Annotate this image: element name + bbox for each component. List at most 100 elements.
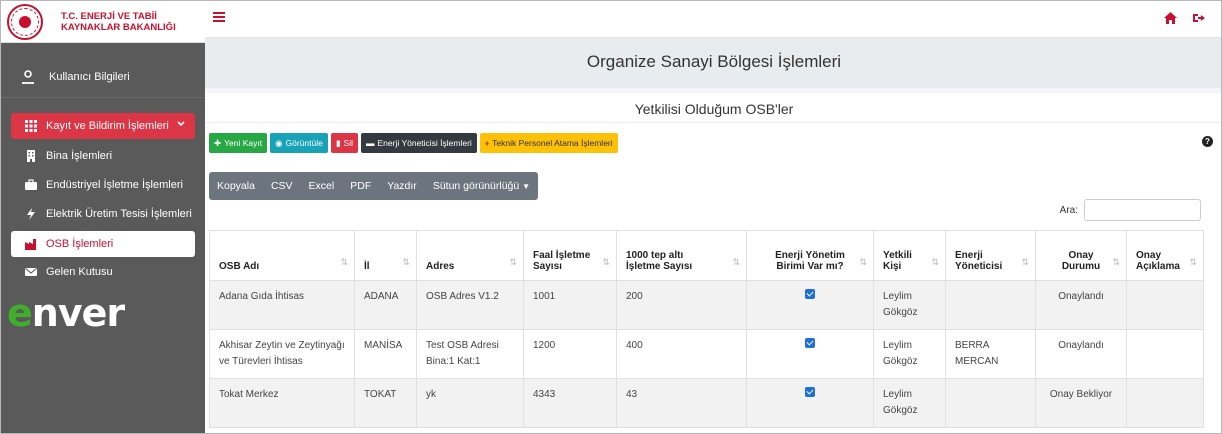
eye-icon: ◉ [275,137,283,148]
col-header-osb-adi[interactable]: OSB Adı ⇅ [209,230,355,281]
sidebar-item-elektrik[interactable]: Elektrik Üretim Tesisi İşlemleri [1,201,205,227]
csv-button[interactable]: CSV [263,180,301,192]
sidebar-item-label: Kayıt ve Bildirim İşlemleri [46,120,169,132]
col-header-faal[interactable]: Faal İşletme Sayısı ⇅ [523,230,617,281]
cell-osb-adi: Akhisar Zeytin ve Zeytinyağı ve Türevler… [209,329,355,379]
search-label: Ara: [1059,204,1078,216]
energy-manager-label: Enerji Yöneticisi İşlemleri [377,138,472,148]
column-visibility-button[interactable]: Sütun görünürlüğü ▼ [425,180,538,192]
home-icon[interactable] [1164,12,1177,24]
sidebar-item-label: Bina İşlemleri [46,150,113,162]
checkbox-checked-icon [805,338,815,348]
sidebar-item-bina[interactable]: Bina İşlemleri [1,143,205,169]
checkbox-checked-icon [805,387,815,397]
cell-onay: Onay Bekliyor [1035,378,1127,428]
view-label: Görüntüle [285,138,323,148]
header-label: Enerji Yöneticisi [955,250,1003,272]
briefcase-icon [25,179,37,190]
person-icon: ♦ [484,138,490,148]
sidebar-item-kayit-bildirim[interactable]: Kayıt ve Bildirim İşlemleri [11,113,195,139]
cell-aciklama [1126,329,1204,379]
header-label: Adres [426,261,455,272]
action-toolbar: ✚ Yeni Kayıt ◉ Görüntüle ▮ Sil ▬ Enerji Yöne… [209,133,618,153]
col-header-yonetici[interactable]: Enerji Yöneticisi ⇅ [945,230,1036,281]
col-header-tep[interactable]: 1000 tep altı İşletme Sayısı ⇅ [616,230,747,281]
sidebar-item-label: Gelen Kutusu [46,266,113,278]
ministry-seal-icon [7,3,43,40]
cell-yonetici: BERRA MERCAN [945,329,1036,379]
sort-icon: ⇅ [1189,257,1197,267]
building-icon [27,150,35,162]
sidebar-item-gelen-kutusu[interactable]: Gelen Kutusu [1,259,205,285]
cell-osb-adi: Tokat Merkez [209,378,355,428]
cell-yetkili: Leylim Gökgöz [873,329,946,379]
sort-icon: ⇅ [509,257,517,267]
delete-button[interactable]: ▮ Sil [330,133,358,153]
menu-toggle-icon[interactable] [213,12,225,22]
brand-name: T.C. ENERJİ VE TABİİ KAYNAKLAR BAKANLIĞI [61,11,176,33]
topbar [205,1,1221,38]
pdf-button[interactable]: PDF [342,180,379,192]
industry-icon [25,239,36,250]
cell-il: ADANA [354,280,417,330]
cell-faal: 4343 [523,378,617,428]
table-row[interactable]: Tokat Merkez TOKAT yk 4343 43 Leylim Gök… [209,378,1204,428]
plus-icon: ✚ [214,137,222,148]
cell-il: MANİSA [354,329,417,379]
cell-onay: Onaylandı [1035,280,1127,330]
excel-button[interactable]: Excel [301,180,343,192]
sort-icon: ⇅ [340,257,348,267]
sidebar: T.C. ENERJİ VE TABİİ KAYNAKLAR BAKANLIĞI… [1,1,205,433]
cell-tep: 43 [616,378,747,428]
cell-adres: Test OSB Adresi Bina:1 Kat:1 [416,329,524,379]
col-header-onay[interactable]: Onay Durumu ⇅ [1035,230,1127,281]
table-row[interactable]: Adana Gıda İhtisas ADANA OSB Adres V1.2 … [209,280,1204,330]
user-info-label: Kullanıcı Bilgileri [49,70,130,83]
logout-icon[interactable] [1193,12,1205,24]
tech-staff-button[interactable]: ♦ Teknik Personel Atama İşlemleri [479,133,618,153]
cell-faal: 1200 [523,329,617,379]
cell-aciklama [1126,280,1204,330]
osb-table: OSB Adı ⇅ İl ⇅ Adres ⇅ Faal İşletme Sayısı ⇅… [209,230,1204,428]
cell-onay: Onaylandı [1035,329,1127,379]
search-area: Ara: [1060,199,1201,221]
cell-yonetici [945,280,1036,330]
table-row[interactable]: Akhisar Zeytin ve Zeytinyağı ve Türevler… [209,329,1204,379]
print-button[interactable]: Yazdır [379,180,425,192]
header-label: Faal İşletme Sayısı [533,250,591,272]
col-header-adres[interactable]: Adres ⇅ [416,230,524,281]
grid-icon [25,120,37,132]
header-label: Onay Açıklama [1136,250,1180,272]
sort-icon: ⇅ [1021,257,1029,267]
search-input[interactable] [1084,199,1201,221]
copy-button[interactable]: Kopyala [209,180,263,192]
view-button[interactable]: ◉ Görüntüle [270,133,328,153]
enver-logo: enver [7,291,125,335]
enver-logo-e: e [7,291,33,335]
user-info-link[interactable]: Kullanıcı Bilgileri [1,56,205,98]
cell-tep: 200 [616,280,747,330]
sidebar-item-label: Endüstriyel İşletme İşlemleri [46,179,183,191]
col-header-ebr[interactable]: Enerji Yönetim Birimi Var mı? ⇅ [746,230,874,281]
app-frame: T.C. ENERJİ VE TABİİ KAYNAKLAR BAKANLIĞI… [0,0,1222,434]
cell-ebr [746,280,874,330]
osb-card: Yetkilisi Olduğum OSB'ler ✚ Yeni Kayıt ◉ G… [205,93,1221,433]
sidebar-item-endustriyel[interactable]: Endüstriyel İşletme İşlemleri [1,172,205,198]
card-title: Yetkilisi Olduğum OSB'ler [205,93,1221,123]
cell-ebr [746,329,874,379]
new-record-button[interactable]: ✚ Yeni Kayıt [209,133,268,153]
brand[interactable]: T.C. ENERJİ VE TABİİ KAYNAKLAR BAKANLIĞI [1,1,205,43]
col-header-aciklama[interactable]: Onay Açıklama ⇅ [1126,230,1204,281]
header-label: Yetkili Kişi [883,250,912,272]
cell-faal: 1001 [523,280,617,330]
cell-tep: 400 [616,329,747,379]
tech-staff-label: Teknik Personel Atama İşlemleri [492,138,613,148]
cell-adres: yk [416,378,524,428]
energy-manager-button[interactable]: ▬ Enerji Yöneticisi İşlemleri [361,133,477,153]
brand-line-1: T.C. ENERJİ VE TABİİ [61,10,157,22]
sidebar-item-osb[interactable]: OSB İşlemleri [11,231,195,257]
col-header-il[interactable]: İl ⇅ [354,230,417,281]
help-icon[interactable]: ? [1202,136,1213,147]
col-header-yetkili[interactable]: Yetkili Kişi ⇅ [873,230,946,281]
folder-icon: ▬ [366,138,375,148]
